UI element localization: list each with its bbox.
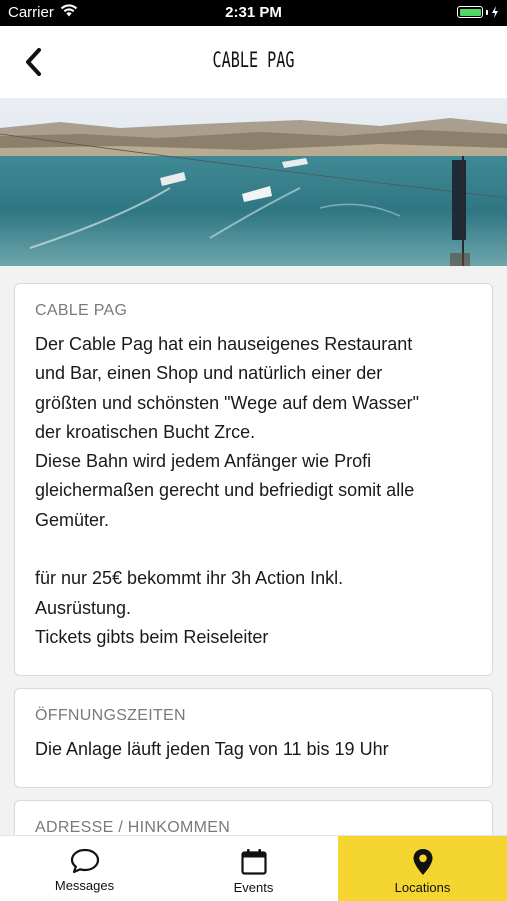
card-title: ÖFFNUNGSZEITEN xyxy=(35,707,186,724)
content-scroll[interactable]: CABLE PAG Der Cable Pag hat ein hauseige… xyxy=(0,266,507,835)
tab-label: Messages xyxy=(54,878,115,893)
body-line: Diese Bahn wird jedem Anfänger wie Profi xyxy=(35,451,372,472)
card-body: Die Anlage läuft jeden Tag von 11 bis 19… xyxy=(35,735,472,764)
charging-icon xyxy=(492,6,498,18)
body-line: für nur 25€ bekommt ihr 3h Action Inkl. xyxy=(35,568,344,589)
map-pin-icon xyxy=(413,849,432,875)
body-line: größten und schönsten "Wege auf dem Wass… xyxy=(35,392,419,413)
card-body: Der Cable Pag hat ein hauseigenes Restau… xyxy=(35,330,472,652)
info-card-opening-hours: ÖFFNUNGSZEITEN Die Anlage läuft jeden Ta… xyxy=(14,688,493,788)
status-bar: Carrier 2:31 PM xyxy=(0,0,507,26)
card-title: CABLE PAG xyxy=(35,302,128,319)
body-line: Gemüter. xyxy=(35,509,110,530)
tab-locations[interactable]: Locations xyxy=(338,836,507,901)
page-title: CABLE PAG xyxy=(212,48,295,72)
body-line: Die Anlage läuft jeden Tag von 11 bis 19… xyxy=(35,739,389,759)
calendar-icon xyxy=(240,849,267,875)
card-title: ADRESSE / HINKOMMEN xyxy=(35,819,231,835)
back-button[interactable] xyxy=(16,42,50,82)
battery-icon xyxy=(457,6,499,18)
navigation-bar: CABLE PAG xyxy=(0,26,507,98)
tab-bar: Messages Events Locations xyxy=(0,835,507,901)
tab-events[interactable]: Events xyxy=(169,836,338,901)
status-time: 2:31 PM xyxy=(225,4,282,21)
chevron-left-icon xyxy=(26,48,41,76)
info-card-address: ADRESSE / HINKOMMEN xyxy=(14,800,493,835)
body-line: Tickets gibts beim Reiseleiter xyxy=(35,626,269,647)
body-line-blank xyxy=(35,535,472,564)
chat-bubble-icon xyxy=(70,848,99,874)
tab-label: Events xyxy=(233,880,274,895)
body-line: Ausrüstung. xyxy=(35,597,132,618)
body-line: Der Cable Pag hat ein hauseigenes Restau… xyxy=(35,334,413,354)
body-line: gleichermaßen gerecht und befriedigt som… xyxy=(35,480,415,501)
body-line: und Bar, einen Shop und natürlich einer … xyxy=(35,363,383,384)
tab-messages[interactable]: Messages xyxy=(0,836,169,901)
info-card-description: CABLE PAG Der Cable Pag hat ein hauseige… xyxy=(14,283,493,676)
tab-label: Locations xyxy=(394,880,451,895)
body-line: der kroatischen Bucht Zrce. xyxy=(35,421,256,442)
hero-image-lake xyxy=(0,98,507,266)
